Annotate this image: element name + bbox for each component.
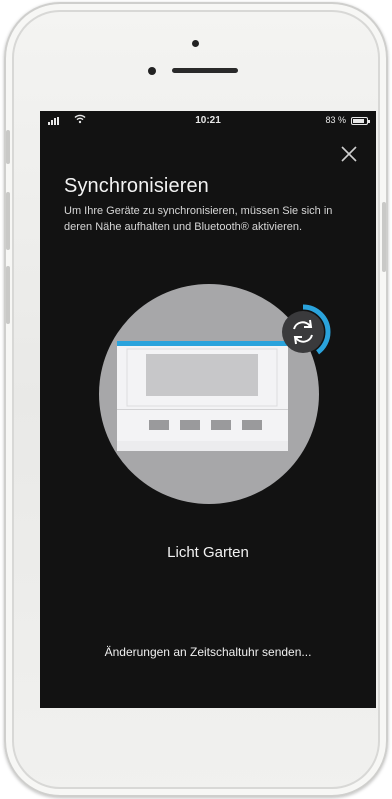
proximity-sensor [148,67,156,75]
mute-switch [6,130,10,164]
volume-up-button [6,192,10,250]
dialog-title: Synchronisieren [64,175,209,197]
timer-device-icon [117,341,288,451]
volume-down-button [6,266,10,324]
phone-frame: 10:21 83 % Synchronisieren Um Ihre Gerät… [4,2,388,797]
earpiece-speaker [172,68,238,73]
status-bar: 10:21 83 % [40,111,376,131]
power-button [382,202,386,272]
sync-illustration [99,284,331,504]
front-camera [192,40,199,47]
device-name: Licht Garten [167,544,249,561]
battery-icon [351,117,370,125]
close-icon[interactable] [338,143,360,165]
battery-level-fill [353,119,364,123]
sync-status-message: Änderungen an Zeitschaltuhr senden... [104,645,312,659]
phone-screen: 10:21 83 % Synchronisieren Um Ihre Gerät… [40,111,376,708]
battery-percentage: 83 % [325,115,346,125]
dialog-description: Um Ihre Geräte zu synchronisieren, müsse… [64,205,333,233]
